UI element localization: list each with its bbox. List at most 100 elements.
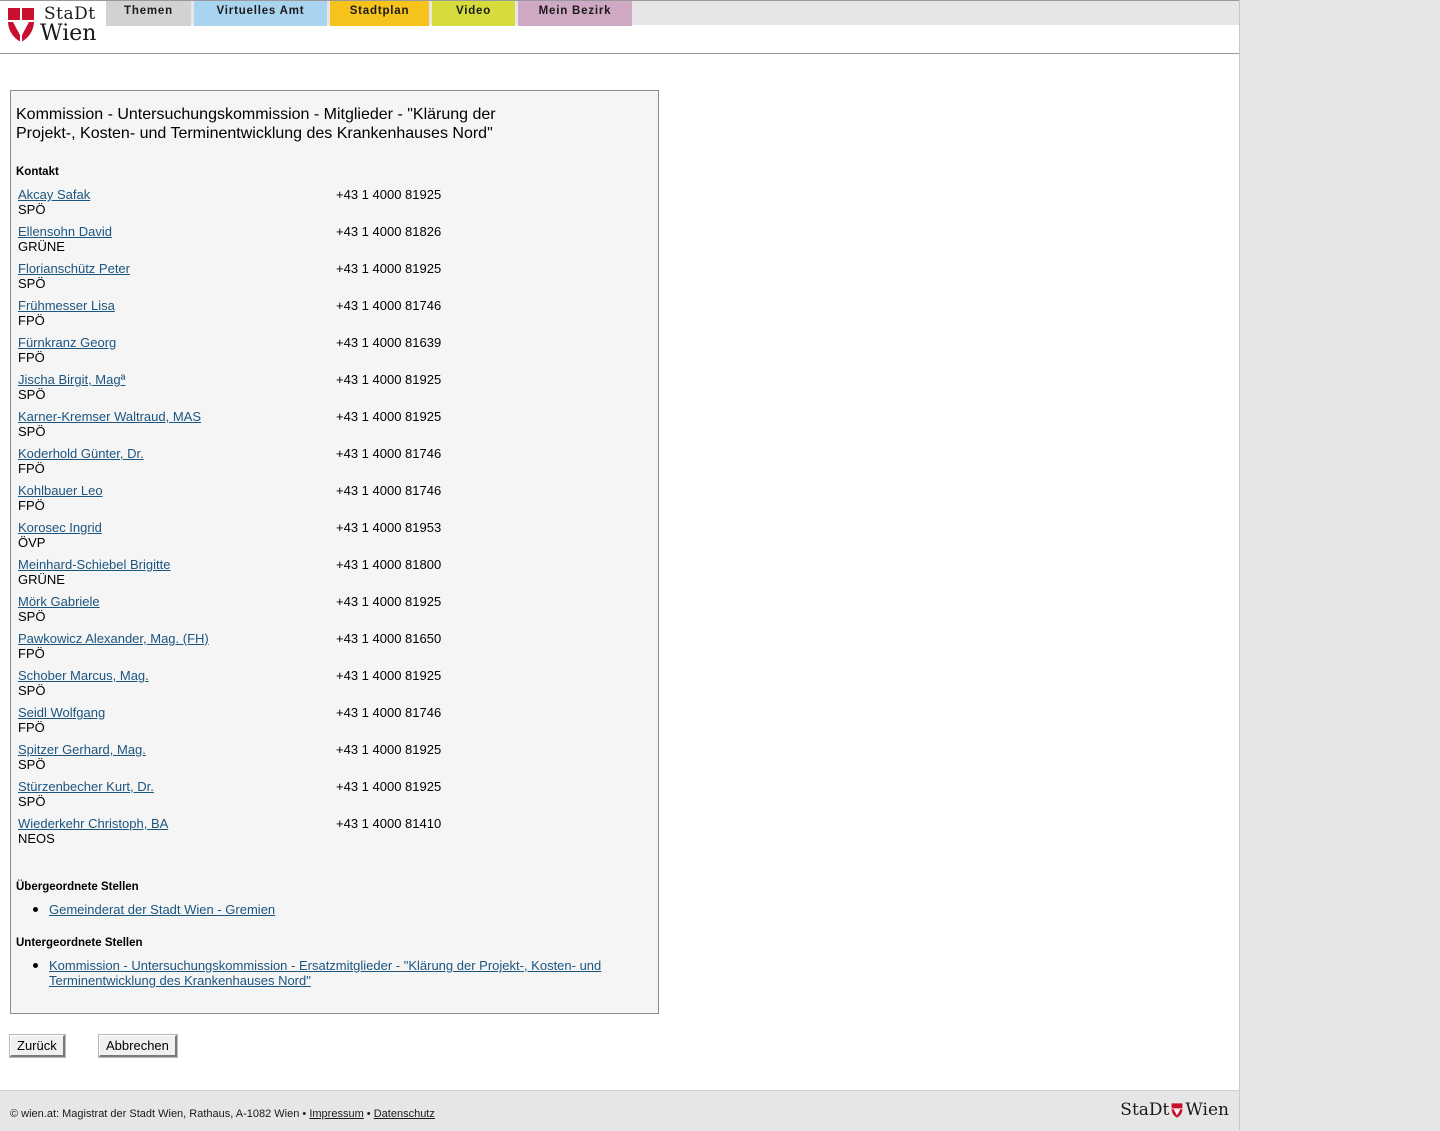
contact-name-link[interactable]: Pawkowicz Alexander, Mag. (FH) [18, 631, 209, 646]
contact-phone: +43 1 4000 81925 [336, 742, 442, 757]
contact-row: Korosec Ingrid ÖVP +43 1 4000 81953 [18, 520, 638, 557]
contact-party: NEOS [18, 831, 55, 846]
contact-row: Seidl Wolfgang FPÖ +43 1 4000 81746 [18, 705, 638, 742]
contact-party: SPÖ [18, 276, 46, 291]
list-item: Gemeinderat der Stadt Wien - Gremien [11, 902, 651, 917]
cancel-button[interactable]: Abbrechen [99, 1035, 177, 1057]
child-units-list: Kommission - Untersuchungskommission - E… [11, 958, 651, 988]
contact-party: FPÖ [18, 498, 45, 513]
contact-name-link[interactable]: Seidl Wolfgang [18, 705, 105, 720]
nav-tab-stadtplan[interactable]: Stadtplan [330, 1, 429, 26]
contact-name-link[interactable]: Wiederkehr Christoph, BA [18, 816, 168, 831]
wien-shield-icon [1171, 1103, 1183, 1118]
contact-phone: +43 1 4000 81746 [336, 446, 442, 461]
datenschutz-link[interactable]: Datenschutz [374, 1108, 435, 1120]
footer-separator: • [366, 1108, 371, 1120]
site-header: StaDt Wien Themen Virtuelles Amt Stadtpl… [0, 0, 1239, 54]
contact-party: FPÖ [18, 313, 45, 328]
child-unit-link[interactable]: Kommission - Untersuchungskommission - E… [49, 958, 609, 988]
contact-party: FPÖ [18, 350, 45, 365]
contact-row: Mörk Gabriele SPÖ +43 1 4000 81925 [18, 594, 638, 631]
contact-row: Akcay Safak SPÖ +43 1 4000 81925 [18, 187, 638, 224]
contact-phone: +43 1 4000 81746 [336, 483, 442, 498]
contact-party: GRÜNE [18, 239, 65, 254]
contact-row: Ellensohn David GRÜNE +43 1 4000 81826 [18, 224, 638, 261]
contact-name-link[interactable]: Karner-Kremser Waltraud, MAS [18, 409, 201, 424]
bullet-icon [33, 907, 38, 912]
wien-shield-icon [8, 8, 34, 42]
contact-row: Schober Marcus, Mag. SPÖ +43 1 4000 81925 [18, 668, 638, 705]
contact-phone: +43 1 4000 81410 [336, 816, 442, 831]
contact-row: Jischa Birgit, Magª SPÖ +43 1 4000 81925 [18, 372, 638, 409]
child-units-heading: Untergeordnete Stellen [16, 937, 143, 949]
contact-row: Meinhard-Schiebel Brigitte GRÜNE +43 1 400… [18, 557, 638, 594]
page-title: Kommission - Untersuchungskommission - M… [16, 106, 496, 142]
contact-heading: Kontakt [16, 166, 59, 178]
contact-phone: +43 1 4000 81826 [336, 224, 442, 239]
footer-logo-stadt: StaDt [1120, 1100, 1170, 1120]
contact-party: SPÖ [18, 794, 46, 809]
contact-party: FPÖ [18, 720, 45, 735]
contact-party: SPÖ [18, 683, 46, 698]
footer-copyright: © wien.at: Magistrat der Stadt Wien, Rat… [10, 1108, 307, 1120]
contact-name-link[interactable]: Mörk Gabriele [18, 594, 100, 609]
nav-tab-mein-bezirk[interactable]: Mein Bezirk [518, 1, 632, 26]
contact-party: SPÖ [18, 202, 46, 217]
contact-phone: +43 1 4000 81925 [336, 187, 442, 202]
parent-unit-link[interactable]: Gemeinderat der Stadt Wien - Gremien [49, 902, 609, 917]
footer-logo-wien: Wien [1185, 1100, 1229, 1120]
contact-phone: +43 1 4000 81925 [336, 409, 442, 424]
main-navigation: Themen Virtuelles Amt Stadtplan Video Me… [106, 1, 1239, 26]
contact-name-link[interactable]: Ellensohn David [18, 224, 112, 239]
contact-name-link[interactable]: Florianschütz Peter [18, 261, 130, 276]
contact-name-link[interactable]: Stürzenbecher Kurt, Dr. [18, 779, 154, 794]
contact-name-link[interactable]: Schober Marcus, Mag. [18, 668, 149, 683]
contact-row: Florianschütz Peter SPÖ +43 1 4000 81925 [18, 261, 638, 298]
contact-phone: +43 1 4000 81800 [336, 557, 442, 572]
bullet-icon [33, 963, 38, 968]
contact-phone: +43 1 4000 81746 [336, 705, 442, 720]
nav-tab-virtuelles-amt[interactable]: Virtuelles Amt [194, 1, 327, 26]
logo-wien-text: Wien [40, 21, 97, 46]
contact-name-link[interactable]: Akcay Safak [18, 187, 90, 202]
parent-units-heading: Übergeordnete Stellen [16, 881, 139, 893]
contact-phone: +43 1 4000 81650 [336, 631, 442, 646]
parent-units-list: Gemeinderat der Stadt Wien - Gremien [11, 902, 651, 917]
impressum-link[interactable]: Impressum [309, 1108, 363, 1120]
nav-tab-themen[interactable]: Themen [106, 1, 191, 26]
contact-row: Kohlbauer Leo FPÖ +43 1 4000 81746 [18, 483, 638, 520]
footer-text: © wien.at: Magistrat der Stadt Wien, Rat… [10, 1108, 435, 1120]
contact-name-link[interactable]: Jischa Birgit, Magª [18, 372, 125, 387]
organisation-detail-box: Kommission - Untersuchungskommission - M… [10, 90, 659, 1014]
contact-name-link[interactable]: Frühmesser Lisa [18, 298, 115, 313]
stadt-wien-logo[interactable]: StaDt Wien [6, 4, 106, 46]
contact-list: Akcay Safak SPÖ +43 1 4000 81925 Ellensohn … [18, 187, 638, 853]
page: StaDt Wien Themen Virtuelles Amt Stadtpl… [0, 0, 1240, 1131]
footer-logo[interactable]: StaDt Wien [1120, 1100, 1229, 1120]
contact-name-link[interactable]: Fürnkranz Georg [18, 335, 116, 350]
contact-row: Koderhold Günter, Dr. FPÖ +43 1 4000 81746 [18, 446, 638, 483]
site-footer: © wien.at: Magistrat der Stadt Wien, Rat… [0, 1090, 1239, 1131]
back-button[interactable]: Zurück [10, 1035, 65, 1057]
contact-row: Spitzer Gerhard, Mag. SPÖ +43 1 4000 81925 [18, 742, 638, 779]
contact-row: Frühmesser Lisa FPÖ +43 1 4000 81746 [18, 298, 638, 335]
contact-phone: +43 1 4000 81925 [336, 779, 442, 794]
contact-name-link[interactable]: Korosec Ingrid [18, 520, 102, 535]
contact-party: SPÖ [18, 387, 46, 402]
contact-name-link[interactable]: Koderhold Günter, Dr. [18, 446, 144, 461]
nav-tab-video[interactable]: Video [432, 1, 515, 26]
contact-party: SPÖ [18, 609, 46, 624]
contact-party: FPÖ [18, 646, 45, 661]
contact-name-link[interactable]: Spitzer Gerhard, Mag. [18, 742, 146, 757]
contact-row: Stürzenbecher Kurt, Dr. SPÖ +43 1 4000 819… [18, 779, 638, 816]
contact-phone: +43 1 4000 81925 [336, 668, 442, 683]
contact-name-link[interactable]: Kohlbauer Leo [18, 483, 103, 498]
contact-phone: +43 1 4000 81639 [336, 335, 442, 350]
contact-name-link[interactable]: Meinhard-Schiebel Brigitte [18, 557, 170, 572]
list-item: Kommission - Untersuchungskommission - E… [11, 958, 651, 988]
contact-party: GRÜNE [18, 572, 65, 587]
contact-party: SPÖ [18, 424, 46, 439]
contact-row: Wiederkehr Christoph, BA NEOS +43 1 4000 8… [18, 816, 638, 853]
contact-row: Fürnkranz Georg FPÖ +43 1 4000 81639 [18, 335, 638, 372]
contact-party: SPÖ [18, 757, 46, 772]
